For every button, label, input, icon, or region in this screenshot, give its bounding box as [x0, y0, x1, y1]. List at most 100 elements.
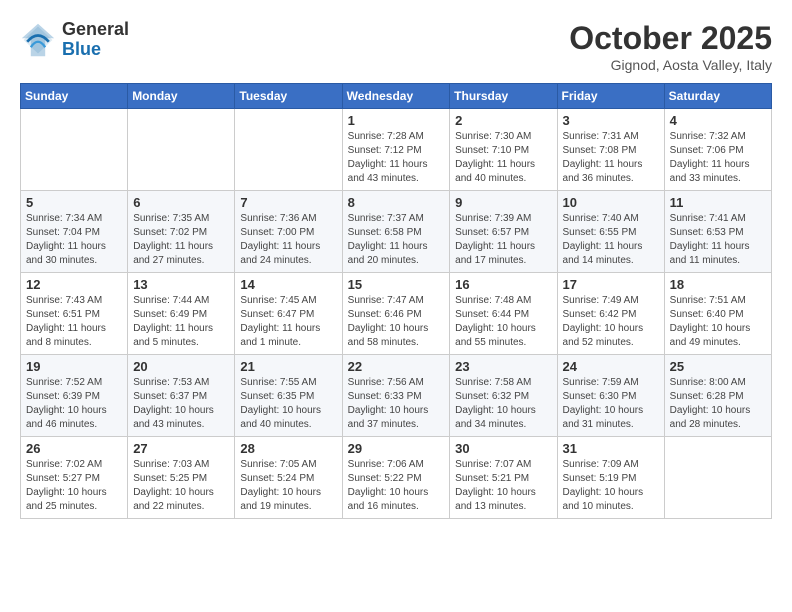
day-number: 1	[348, 113, 445, 128]
calendar-cell: 10 Sunrise: 7:40 AM Sunset: 6:55 PM Dayli…	[557, 191, 664, 273]
calendar-cell: 6 Sunrise: 7:35 AM Sunset: 7:02 PM Daylig…	[128, 191, 235, 273]
day-info: Sunrise: 7:31 AM Sunset: 7:08 PM Dayligh…	[563, 130, 659, 186]
calendar-cell: 30 Sunrise: 7:07 AM Sunset: 5:21 PM Dayli…	[450, 437, 557, 519]
calendar-cell: 16Sunrise: 7:48 AM Sunset: 6:44 PM Dayli…	[450, 273, 557, 355]
day-number: 11	[670, 195, 766, 210]
day-number: 23	[455, 359, 551, 374]
weekday-header: Friday	[557, 84, 664, 109]
calendar-cell: 24 Sunrise: 7:59 AM Sunset: 6:30 PM Dayli…	[557, 355, 664, 437]
calendar-cell: 13Sunrise: 7:44 AM Sunset: 6:49 PM Dayli…	[128, 273, 235, 355]
day-info: Sunrise: 7:49 AM Sunset: 6:42 PM Dayligh…	[563, 294, 659, 350]
day-number: 24	[563, 359, 659, 374]
day-info: Sunrise: 7:55 AM Sunset: 6:35 PM Dayligh…	[240, 376, 336, 432]
day-info: Sunrise: 7:35 AM Sunset: 7:02 PM Dayligh…	[133, 212, 229, 268]
calendar-cell: 8 Sunrise: 7:37 AM Sunset: 6:58 PM Daylig…	[342, 191, 450, 273]
weekday-header: Tuesday	[235, 84, 342, 109]
weekday-header-row: SundayMondayTuesdayWednesdayThursdayFrid…	[21, 84, 772, 109]
day-number: 26	[26, 441, 122, 456]
calendar-cell: 14 Sunrise: 7:45 AM Sunset: 6:47 PM Dayli…	[235, 273, 342, 355]
weekday-header: Sunday	[21, 84, 128, 109]
weekday-header: Saturday	[664, 84, 771, 109]
calendar-cell	[664, 437, 771, 519]
day-info: Sunrise: 7:34 AM Sunset: 7:04 PM Dayligh…	[26, 212, 122, 268]
calendar-week-row: 1 Sunrise: 7:28 AM Sunset: 7:12 PM Daylig…	[21, 109, 772, 191]
day-number: 10	[563, 195, 659, 210]
calendar-cell: 18 Sunrise: 7:51 AM Sunset: 6:40 PM Dayli…	[664, 273, 771, 355]
calendar-week-row: 19 Sunrise: 7:52 AM Sunset: 6:39 PM Dayli…	[21, 355, 772, 437]
calendar-week-row: 12Sunrise: 7:43 AM Sunset: 6:51 PM Dayli…	[21, 273, 772, 355]
day-info: Sunrise: 7:06 AM Sunset: 5:22 PM Dayligh…	[348, 458, 445, 514]
day-number: 21	[240, 359, 336, 374]
day-info: Sunrise: 7:56 AM Sunset: 6:33 PM Dayligh…	[348, 376, 445, 432]
calendar-cell: 11Sunrise: 7:41 AM Sunset: 6:53 PM Dayli…	[664, 191, 771, 273]
page-header: General Blue October 2025 Gignod, Aosta …	[20, 20, 772, 73]
calendar-cell: 17 Sunrise: 7:49 AM Sunset: 6:42 PM Dayli…	[557, 273, 664, 355]
day-number: 6	[133, 195, 229, 210]
day-info: Sunrise: 7:28 AM Sunset: 7:12 PM Dayligh…	[348, 130, 445, 186]
calendar-week-row: 5 Sunrise: 7:34 AM Sunset: 7:04 PM Daylig…	[21, 191, 772, 273]
day-info: Sunrise: 7:52 AM Sunset: 6:39 PM Dayligh…	[26, 376, 122, 432]
calendar-cell	[21, 109, 128, 191]
day-number: 8	[348, 195, 445, 210]
weekday-header: Thursday	[450, 84, 557, 109]
day-number: 3	[563, 113, 659, 128]
calendar-cell: 31 Sunrise: 7:09 AM Sunset: 5:19 PM Dayli…	[557, 437, 664, 519]
day-number: 12	[26, 277, 122, 292]
day-number: 4	[670, 113, 766, 128]
calendar-table: SundayMondayTuesdayWednesdayThursdayFrid…	[20, 83, 772, 519]
day-number: 18	[670, 277, 766, 292]
calendar-cell	[128, 109, 235, 191]
logo: General Blue	[20, 20, 129, 60]
day-number: 27	[133, 441, 229, 456]
day-number: 9	[455, 195, 551, 210]
logo-icon	[20, 22, 56, 58]
day-number: 20	[133, 359, 229, 374]
calendar-cell: 4 Sunrise: 7:32 AM Sunset: 7:06 PM Daylig…	[664, 109, 771, 191]
calendar-cell	[235, 109, 342, 191]
calendar-cell: 7Sunrise: 7:36 AM Sunset: 7:00 PM Daylig…	[235, 191, 342, 273]
day-number: 19	[26, 359, 122, 374]
day-info: Sunrise: 7:59 AM Sunset: 6:30 PM Dayligh…	[563, 376, 659, 432]
day-info: Sunrise: 7:05 AM Sunset: 5:24 PM Dayligh…	[240, 458, 336, 514]
day-number: 22	[348, 359, 445, 374]
calendar-cell: 25Sunrise: 8:00 AM Sunset: 6:28 PM Dayli…	[664, 355, 771, 437]
day-info: Sunrise: 7:37 AM Sunset: 6:58 PM Dayligh…	[348, 212, 445, 268]
day-info: Sunrise: 7:39 AM Sunset: 6:57 PM Dayligh…	[455, 212, 551, 268]
day-info: Sunrise: 7:47 AM Sunset: 6:46 PM Dayligh…	[348, 294, 445, 350]
day-number: 5	[26, 195, 122, 210]
day-info: Sunrise: 7:51 AM Sunset: 6:40 PM Dayligh…	[670, 294, 766, 350]
calendar-cell: 5 Sunrise: 7:34 AM Sunset: 7:04 PM Daylig…	[21, 191, 128, 273]
month-title: October 2025	[569, 20, 772, 57]
calendar-cell: 26Sunrise: 7:02 AM Sunset: 5:27 PM Dayli…	[21, 437, 128, 519]
weekday-header: Wednesday	[342, 84, 450, 109]
calendar-cell: 9 Sunrise: 7:39 AM Sunset: 6:57 PM Daylig…	[450, 191, 557, 273]
calendar-cell: 27 Sunrise: 7:03 AM Sunset: 5:25 PM Dayli…	[128, 437, 235, 519]
day-number: 15	[348, 277, 445, 292]
calendar-cell: 20Sunrise: 7:53 AM Sunset: 6:37 PM Dayli…	[128, 355, 235, 437]
day-info: Sunrise: 7:45 AM Sunset: 6:47 PM Dayligh…	[240, 294, 336, 350]
day-number: 17	[563, 277, 659, 292]
calendar-week-row: 26Sunrise: 7:02 AM Sunset: 5:27 PM Dayli…	[21, 437, 772, 519]
calendar-cell: 21 Sunrise: 7:55 AM Sunset: 6:35 PM Dayli…	[235, 355, 342, 437]
day-info: Sunrise: 7:58 AM Sunset: 6:32 PM Dayligh…	[455, 376, 551, 432]
day-info: Sunrise: 7:44 AM Sunset: 6:49 PM Dayligh…	[133, 294, 229, 350]
day-info: Sunrise: 7:36 AM Sunset: 7:00 PM Dayligh…	[240, 212, 336, 268]
location: Gignod, Aosta Valley, Italy	[569, 57, 772, 73]
day-number: 25	[670, 359, 766, 374]
calendar-cell: 28Sunrise: 7:05 AM Sunset: 5:24 PM Dayli…	[235, 437, 342, 519]
day-info: Sunrise: 7:03 AM Sunset: 5:25 PM Dayligh…	[133, 458, 229, 514]
day-info: Sunrise: 7:48 AM Sunset: 6:44 PM Dayligh…	[455, 294, 551, 350]
calendar-cell: 3 Sunrise: 7:31 AM Sunset: 7:08 PM Daylig…	[557, 109, 664, 191]
day-info: Sunrise: 7:30 AM Sunset: 7:10 PM Dayligh…	[455, 130, 551, 186]
day-info: Sunrise: 7:07 AM Sunset: 5:21 PM Dayligh…	[455, 458, 551, 514]
weekday-header: Monday	[128, 84, 235, 109]
day-info: Sunrise: 7:32 AM Sunset: 7:06 PM Dayligh…	[670, 130, 766, 186]
day-number: 29	[348, 441, 445, 456]
calendar-cell: 12Sunrise: 7:43 AM Sunset: 6:51 PM Dayli…	[21, 273, 128, 355]
day-number: 31	[563, 441, 659, 456]
day-number: 14	[240, 277, 336, 292]
day-number: 30	[455, 441, 551, 456]
day-info: Sunrise: 7:09 AM Sunset: 5:19 PM Dayligh…	[563, 458, 659, 514]
day-number: 2	[455, 113, 551, 128]
day-info: Sunrise: 7:40 AM Sunset: 6:55 PM Dayligh…	[563, 212, 659, 268]
